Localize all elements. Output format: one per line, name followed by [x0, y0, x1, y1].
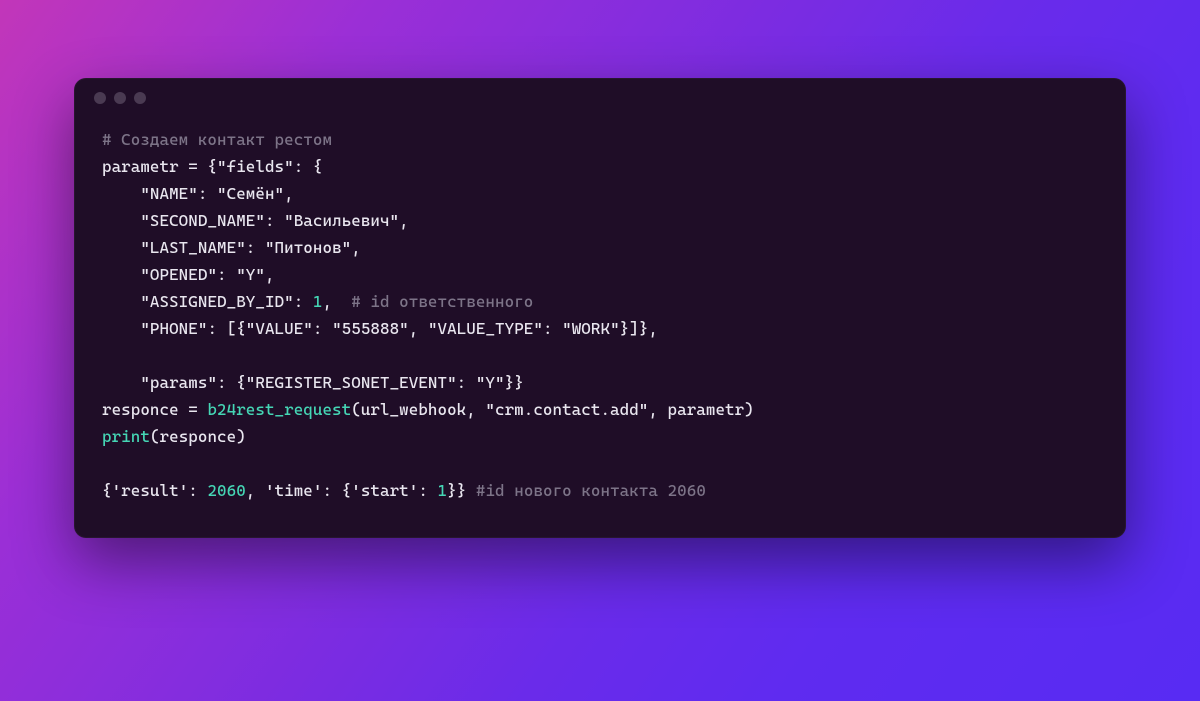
code-token: "SECOND_NAME" — [140, 211, 265, 230]
code-token — [102, 211, 140, 230]
code-token: : { — [217, 373, 246, 392]
code-token: "PHONE" — [140, 319, 207, 338]
code-token: : — [418, 481, 437, 500]
code-token: , — [399, 211, 409, 230]
code-token: , — [409, 319, 428, 338]
code-token: (url_webhook, — [351, 400, 485, 419]
code-token: # Создаем контакт рестом — [102, 130, 332, 149]
code-line: print(responce) — [102, 423, 1098, 450]
code-line: parametr = {"fields": { — [102, 153, 1098, 180]
code-token: "OPENED" — [140, 265, 217, 284]
code-token: parametr = { — [102, 157, 217, 176]
code-block: # Создаем контакт рестом parametr = {"fie… — [74, 118, 1126, 538]
window-dot-minimize-icon — [114, 92, 126, 104]
code-token: "Y" — [236, 265, 265, 284]
code-line: {'result': 2060, 'time': {'start': 1}} #… — [102, 477, 1098, 504]
code-token: "WORK" — [562, 319, 620, 338]
code-token — [102, 184, 140, 203]
code-token: : — [457, 373, 476, 392]
code-token: "Питонов" — [265, 238, 351, 257]
code-token: }]}, — [620, 319, 658, 338]
code-token: }} — [505, 373, 524, 392]
code-token: : { — [322, 481, 351, 500]
code-token: "LAST_NAME" — [140, 238, 245, 257]
code-token: #id нового контакта 2060 — [476, 481, 706, 500]
code-token: : — [246, 238, 265, 257]
code-token — [102, 265, 140, 284]
code-line: "OPENED": "Y", — [102, 261, 1098, 288]
code-token: "NAME" — [140, 184, 198, 203]
code-token: : — [265, 211, 284, 230]
code-window: # Создаем контакт рестом parametr = {"fie… — [74, 78, 1126, 538]
code-token: : — [313, 319, 332, 338]
code-token: b24rest_request — [207, 400, 351, 419]
code-line: "ASSIGNED_BY_ID": 1, # id ответственного — [102, 288, 1098, 315]
code-token — [102, 238, 140, 257]
code-token: 2060 — [207, 481, 245, 500]
code-line: "LAST_NAME": "Питонов", — [102, 234, 1098, 261]
code-token: : — [217, 265, 236, 284]
code-token: "VALUE" — [246, 319, 313, 338]
code-token: , — [284, 184, 294, 203]
code-token: "Васильевич" — [284, 211, 399, 230]
code-token: 'start' — [351, 481, 418, 500]
code-token: 'result' — [112, 481, 189, 500]
code-token — [102, 373, 140, 392]
code-token: : — [543, 319, 562, 338]
code-token — [102, 292, 140, 311]
code-token: responce = — [102, 400, 207, 419]
code-line: "NAME": "Семён", — [102, 180, 1098, 207]
code-line — [102, 342, 1098, 369]
window-dot-zoom-icon — [134, 92, 146, 104]
code-token: : [{ — [207, 319, 245, 338]
code-token: (responce) — [150, 427, 246, 446]
code-token: }} — [447, 481, 476, 500]
code-line: responce = b24rest_request(url_webhook, … — [102, 396, 1098, 423]
code-token: "ASSIGNED_BY_ID" — [140, 292, 293, 311]
code-token: "crm.contact.add" — [485, 400, 648, 419]
code-token — [102, 319, 140, 338]
window-titlebar — [74, 78, 1126, 118]
code-token: print — [102, 427, 150, 446]
code-token: "params" — [140, 373, 217, 392]
code-token: , — [246, 481, 265, 500]
code-token: , — [265, 265, 275, 284]
code-token: , — [351, 238, 361, 257]
code-line — [102, 450, 1098, 477]
code-token: "Y" — [476, 373, 505, 392]
code-token: : — [198, 184, 217, 203]
code-token: , parametr) — [648, 400, 753, 419]
code-token: : — [294, 292, 313, 311]
code-token: "VALUE_TYPE" — [428, 319, 543, 338]
code-token: 1 — [438, 481, 448, 500]
code-token: , — [322, 292, 351, 311]
code-token: # id ответственного — [351, 292, 533, 311]
code-token: "555888" — [332, 319, 409, 338]
code-token: "Семён" — [217, 184, 284, 203]
code-token: { — [102, 481, 112, 500]
code-token: "REGISTER_SONET_EVENT" — [246, 373, 457, 392]
code-line: "params": {"REGISTER_SONET_EVENT": "Y"}} — [102, 369, 1098, 396]
code-line: # Создаем контакт рестом — [102, 126, 1098, 153]
window-dot-close-icon — [94, 92, 106, 104]
code-token: : — [188, 481, 207, 500]
code-line: "SECOND_NAME": "Васильевич", — [102, 207, 1098, 234]
code-token: 'time' — [265, 481, 323, 500]
code-token: "fields" — [217, 157, 294, 176]
code-line: "PHONE": [{"VALUE": "555888", "VALUE_TYP… — [102, 315, 1098, 342]
code-token: : { — [294, 157, 323, 176]
